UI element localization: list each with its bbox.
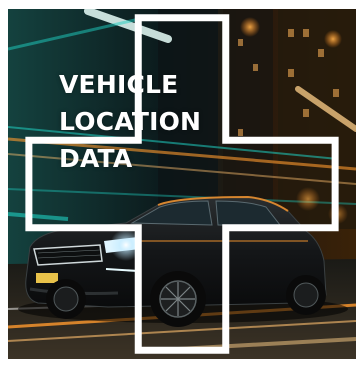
page: VEHICLE LOCATION DATA (0, 0, 362, 366)
hero-image: VEHICLE LOCATION DATA (8, 9, 356, 359)
plus-outline-icon (25, 14, 339, 354)
